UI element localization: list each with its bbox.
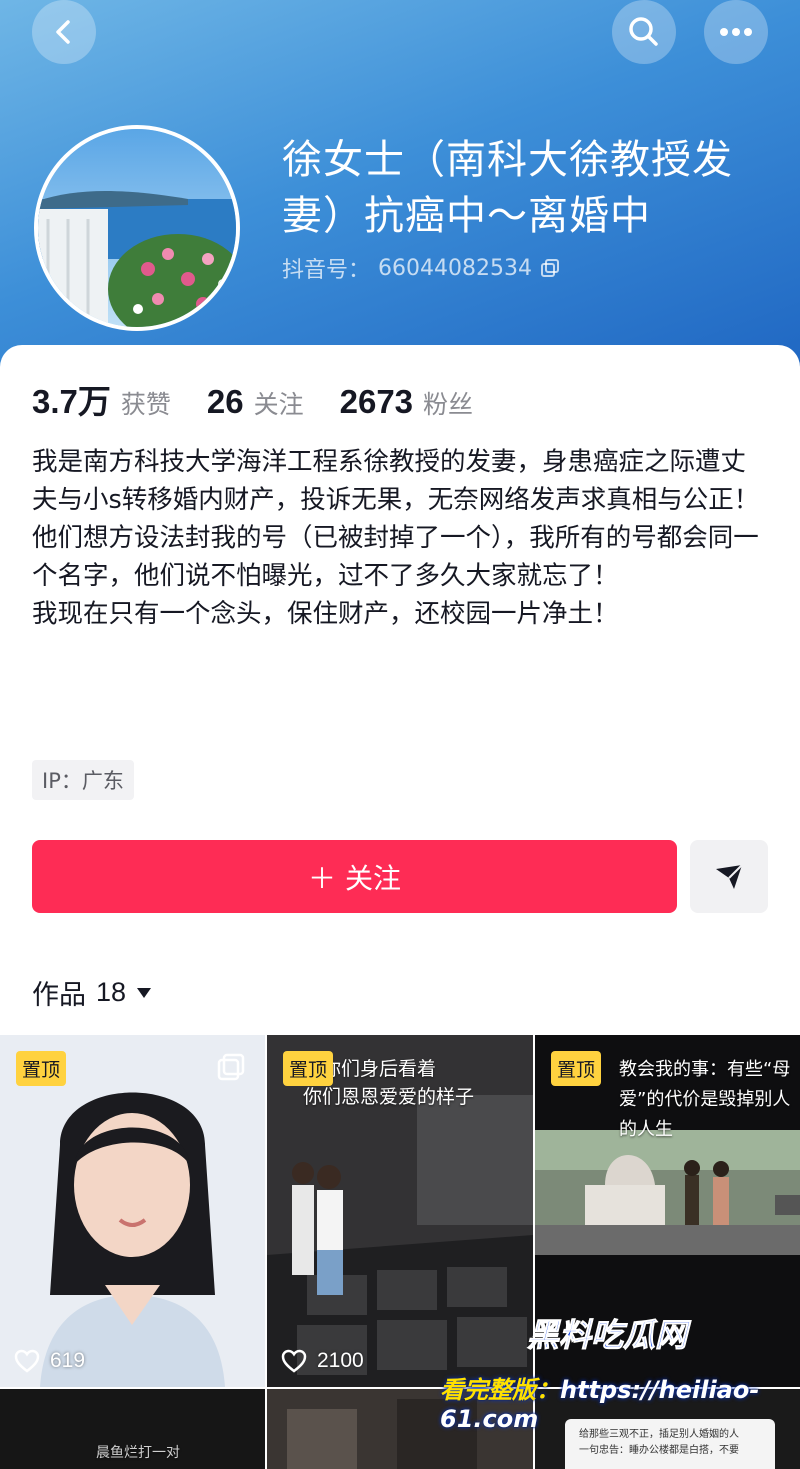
more-button[interactable]	[704, 0, 768, 64]
heart-icon	[14, 1349, 40, 1373]
like-count-value: 619	[50, 1349, 86, 1372]
search-icon	[629, 17, 658, 46]
stat-value: 2673	[339, 383, 414, 420]
share-icon	[716, 863, 743, 889]
search-button[interactable]	[612, 0, 676, 64]
video-caption: 教会我的事：有些“母 爱”的代价是毁掉别人的人生	[619, 1059, 791, 1140]
more-icon	[720, 28, 752, 36]
stat-label: 获赞	[120, 390, 171, 419]
pinned-badge: 置顶	[551, 1051, 602, 1086]
profile-card: 3.7万 获赞 26 关注 2673 粉丝 我是南方科技大学海洋工程系徐教授的发…	[0, 345, 800, 1469]
stat-value: 3.7万	[32, 383, 111, 420]
watermark-url: 看完整版：https://heiliao-61.com	[440, 1370, 800, 1433]
avatar[interactable]	[34, 125, 240, 331]
works-label: 作品	[32, 980, 86, 1011]
works-count: 18	[96, 977, 127, 1007]
stat-value: 26	[206, 383, 244, 420]
stat-label: 粉丝	[423, 390, 474, 419]
share-button[interactable]	[690, 840, 768, 913]
bio-text: 我是南方科技大学海洋工程系徐教授的发妻，身患癌症之际遭丈夫与小s转移婚内财产，投…	[32, 447, 760, 629]
douyin-id[interactable]: 抖音号： 66044082534	[282, 252, 560, 284]
stat-likes[interactable]: 3.7万 获赞	[32, 375, 171, 423]
stat-label: 关注	[253, 390, 304, 419]
watermark-brand: 黑料吃瓜网	[526, 1316, 688, 1355]
pinned-badge: 置顶	[16, 1051, 67, 1086]
video-tile[interactable]: 置顶 在你们身后看着 你们恩恩爱爱的样子 2100	[267, 1035, 533, 1387]
video-caption: 晨鱼烂打一对	[96, 1445, 180, 1461]
video-tile[interactable]: 置顶 619	[0, 1035, 265, 1387]
stats-row: 3.7万 获赞 26 关注 2673 粉丝	[32, 375, 509, 423]
caret-down-icon	[137, 987, 152, 998]
douyin-id-label: 抖音号：	[282, 258, 371, 283]
back-icon	[56, 20, 70, 44]
pinned-badge: 置顶	[283, 1051, 334, 1086]
heart-icon	[281, 1349, 307, 1373]
stat-following[interactable]: 26 关注	[207, 383, 304, 421]
like-count: 2100	[281, 1349, 364, 1373]
multi-icon	[217, 1053, 245, 1081]
douyin-id-value: 66044082534	[378, 255, 532, 281]
video-tile[interactable]: 晨鱼烂打一对	[0, 1389, 265, 1469]
follow-button[interactable]: ＋ 关注	[32, 840, 677, 913]
copy-icon[interactable]	[540, 258, 560, 278]
ip-location-tag: IP：广东	[32, 760, 134, 800]
profile-header: 徐女士（南科大徐教授发妻）抗癌中～离婚中 抖音号： 66044082534	[0, 0, 800, 380]
like-count-value: 2100	[317, 1349, 364, 1372]
works-tab[interactable]: 作品 18	[32, 973, 152, 1012]
watermark-prefix: 看完整版：	[440, 1376, 560, 1404]
like-count: 619	[14, 1349, 85, 1373]
stat-followers[interactable]: 2673 粉丝	[340, 383, 473, 421]
back-button[interactable]	[32, 0, 96, 64]
profile-name: 徐女士（南科大徐教授发妻）抗癌中～离婚中	[282, 137, 733, 239]
